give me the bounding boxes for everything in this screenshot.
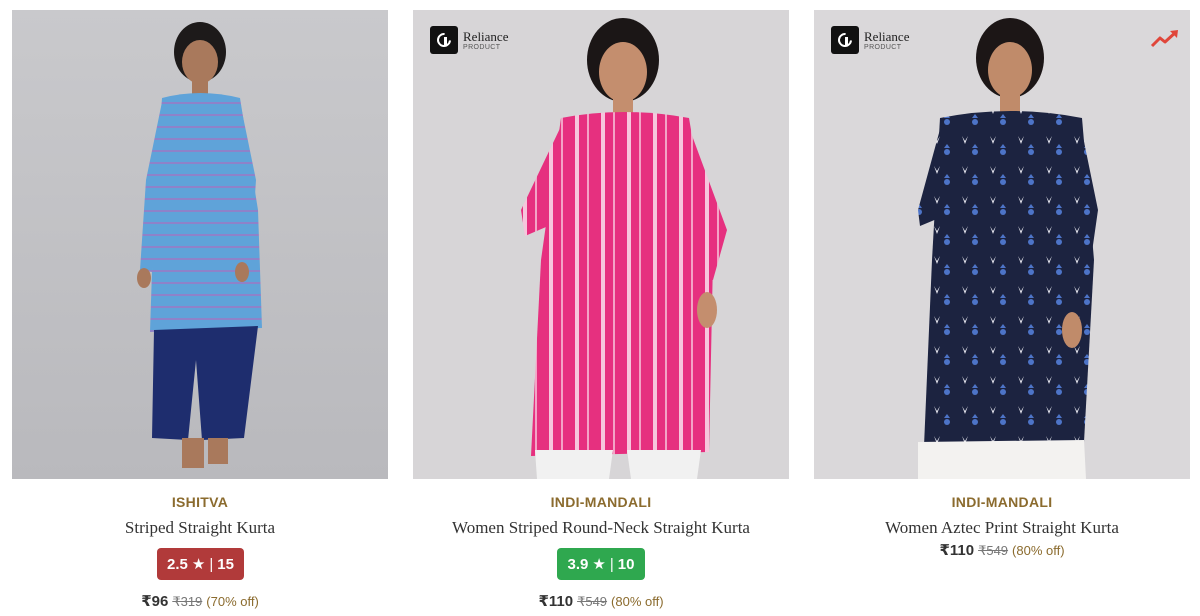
trending-icon [1150, 30, 1178, 48]
product-photo [413, 10, 789, 479]
rating-separator: | [209, 555, 214, 573]
product-image[interactable]: Reliance PRODUCT [413, 10, 789, 479]
reliance-logo-icon [430, 26, 458, 54]
rating-separator: | [609, 555, 614, 573]
original-price: ₹319 [172, 594, 203, 609]
reliance-logo-icon [831, 26, 859, 54]
brand-name[interactable]: INDI-MANDALI [814, 494, 1190, 510]
rating-score: 2.5 [167, 555, 188, 573]
product-title[interactable]: Striped Straight Kurta [12, 518, 388, 538]
original-price: ₹549 [978, 543, 1009, 558]
product-image[interactable] [12, 10, 388, 479]
product-card[interactable]: ISHITVA Striped Straight Kurta 2.5 ★ | 1… [12, 10, 388, 616]
product-photo [12, 10, 388, 479]
sale-price: ₹110 [939, 542, 975, 559]
discount-label: (80% off) [1012, 543, 1065, 558]
sale-price: ₹96 [141, 593, 169, 610]
product-image[interactable]: Reliance PRODUCT [814, 10, 1190, 479]
badge-name: Reliance [463, 28, 509, 44]
discount-label: (70% off) [206, 594, 259, 609]
brand-name[interactable]: INDI-MANDALI [413, 494, 789, 510]
price-row: ₹110 ₹549 (80% off) [413, 592, 789, 610]
product-card[interactable]: Reliance PRODUCT INDI-MANDALI Women Stri… [413, 10, 789, 616]
badge-sub: PRODUCT [463, 43, 501, 51]
discount-label: (80% off) [611, 594, 664, 609]
reliance-product-badge: Reliance PRODUCT [430, 26, 508, 54]
product-photo [814, 10, 1190, 479]
star-icon: ★ [191, 556, 206, 573]
reliance-product-badge: Reliance PRODUCT [831, 26, 909, 54]
product-card[interactable]: Reliance PRODUCT INDI-MANDALI Women Azte… [814, 10, 1190, 616]
star-icon: ★ [592, 556, 606, 573]
product-title[interactable]: Women Aztec Print Straight Kurta [814, 518, 1190, 538]
rating-badge: 2.5 ★ | 15 [157, 548, 244, 580]
price-row: ₹96 ₹319 (70% off) [12, 592, 388, 610]
rating-count: 15 [217, 555, 234, 573]
price-row: ₹110 ₹549 (80% off) [814, 541, 1190, 559]
badge-sub: PRODUCT [864, 43, 902, 51]
rating-score: 3.9 [567, 555, 589, 573]
brand-name[interactable]: ISHITVA [12, 494, 388, 510]
rating-count: 10 [617, 555, 635, 573]
product-title[interactable]: Women Striped Round-Neck Straight Kurta [413, 518, 789, 538]
badge-name: Reliance [864, 28, 910, 44]
sale-price: ₹110 [538, 593, 574, 610]
original-price: ₹549 [577, 594, 608, 609]
rating-badge: 3.9 ★ | 10 [557, 548, 645, 580]
